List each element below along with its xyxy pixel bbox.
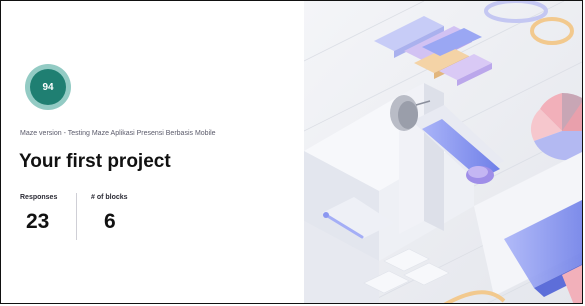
usability-score-value: 94 [30,69,66,105]
usability-score-badge: 94 [25,64,71,110]
stats-divider [76,193,77,240]
blocks-count: 6 [104,210,116,233]
responses-count: 23 [26,210,50,233]
project-illustration [304,1,582,303]
isometric-maze-illustration [304,1,582,303]
project-info-panel: 94 Maze version - Testing Maze Aplikasi … [1,1,304,303]
blocks-label: # of blocks [91,194,128,201]
responses-label: Responses [20,194,58,201]
project-card[interactable]: 94 Maze version - Testing Maze Aplikasi … [0,0,583,304]
maze-version-text: Maze version - Testing Maze Aplikasi Pre… [20,130,216,137]
project-title[interactable]: Your first project [19,151,171,173]
